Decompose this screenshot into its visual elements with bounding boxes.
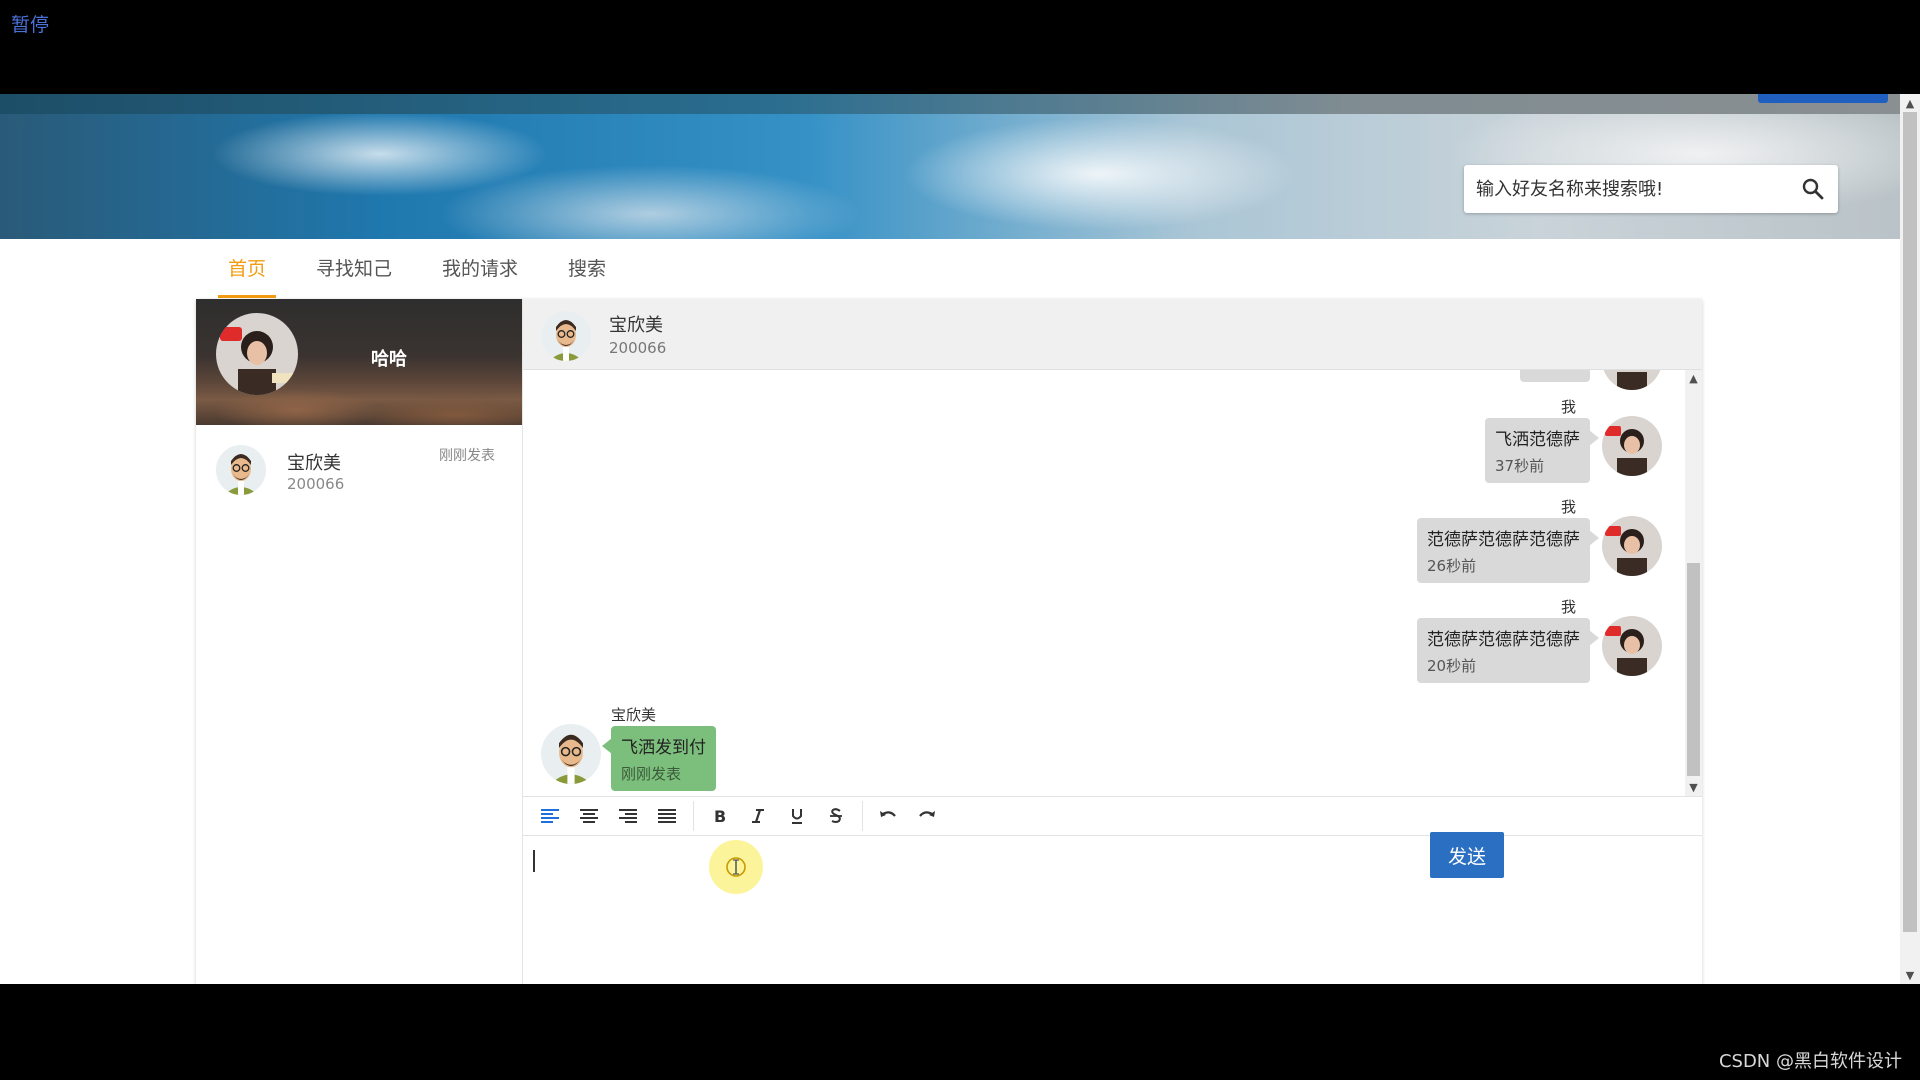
message-text: 范德萨范德萨范德萨 bbox=[1427, 630, 1580, 650]
message-row: 我 范德萨范德萨范德萨 26秒前 bbox=[1262, 496, 1662, 583]
message-time: 26秒前 bbox=[1427, 557, 1477, 575]
main-tabs: 首页 寻找知己 我的请求 搜索 bbox=[212, 239, 640, 298]
message-row: 我 范德萨范德萨范德萨 20秒前 bbox=[1262, 596, 1662, 683]
browser-viewport: 首页 寻找知己 我的请求 搜索 哈哈 宝欣美 200066 bbox=[0, 94, 1920, 984]
page-scrollbar[interactable]: ▲ ▼ bbox=[1900, 94, 1920, 984]
profile-banner: 哈哈 bbox=[196, 299, 522, 425]
search-icon[interactable] bbox=[1788, 165, 1838, 213]
message-time: 37秒前 bbox=[1495, 457, 1545, 475]
contact-panel: 哈哈 宝欣美 200066 刚刚发表 bbox=[196, 299, 523, 984]
chat-partner-name: 宝欣美 bbox=[609, 315, 663, 336]
scroll-up-arrow-icon[interactable]: ▲ bbox=[1685, 370, 1702, 387]
message-text: 范德萨范德萨范德萨 bbox=[1427, 530, 1580, 550]
message-sender: 我 bbox=[1560, 598, 1576, 616]
toolbar-divider bbox=[862, 801, 863, 831]
text-caret bbox=[533, 850, 535, 872]
strikethrough-icon[interactable] bbox=[821, 801, 851, 831]
message-list[interactable]: 我 飞洒范德萨 37秒前 我 范德萨范德萨范德萨 26秒前 我 范德萨范德萨范德… bbox=[523, 370, 1702, 796]
send-button[interactable]: 发送 bbox=[1430, 832, 1504, 878]
friend-search-box bbox=[1464, 165, 1838, 213]
align-center-icon[interactable] bbox=[574, 801, 604, 831]
redo-icon[interactable] bbox=[912, 801, 942, 831]
message-row: 我 飞洒范德萨 37秒前 bbox=[1262, 396, 1662, 483]
contact-avatar bbox=[541, 724, 601, 784]
user-avatar[interactable] bbox=[216, 313, 298, 395]
message-bubble[interactable]: 范德萨范德萨范德萨 26秒前 bbox=[1417, 518, 1599, 583]
scrollbar-thumb[interactable] bbox=[1687, 563, 1700, 776]
message-sender: 我 bbox=[1560, 498, 1576, 516]
hero-banner bbox=[0, 94, 1920, 239]
scroll-down-arrow-icon[interactable]: ▼ bbox=[1685, 779, 1702, 796]
editor-toolbar: B bbox=[523, 796, 1702, 836]
align-left-icon[interactable] bbox=[535, 801, 565, 831]
message-time: 刚刚发表 bbox=[621, 765, 682, 783]
message-sender: 我 bbox=[1560, 398, 1576, 416]
screen: 暂停 首页 寻找知己 我的请求 搜索 bbox=[0, 0, 1920, 1080]
contact-time: 刚刚发表 bbox=[439, 448, 495, 464]
tab-find-friends[interactable]: 寻找知己 bbox=[300, 239, 408, 294]
align-right-icon[interactable] bbox=[613, 801, 643, 831]
contact-avatar bbox=[216, 445, 266, 495]
undo-icon[interactable] bbox=[873, 801, 903, 831]
my-avatar bbox=[1602, 516, 1662, 576]
message-editor[interactable] bbox=[523, 836, 1702, 984]
chat-header: 宝欣美 200066 bbox=[523, 299, 1702, 370]
mouse-cursor-highlight bbox=[709, 840, 763, 894]
svg-text:B: B bbox=[714, 807, 726, 825]
align-justify-icon[interactable] bbox=[652, 801, 682, 831]
page-scroll-up-icon[interactable]: ▲ bbox=[1900, 94, 1920, 112]
header-button[interactable] bbox=[1758, 94, 1888, 103]
page-scrollbar-thumb[interactable] bbox=[1903, 112, 1917, 932]
message-bubble[interactable]: 飞洒发到付 刚刚发表 bbox=[602, 726, 716, 791]
tab-home[interactable]: 首页 bbox=[212, 239, 282, 298]
contact-id: 200066 bbox=[287, 475, 345, 493]
message-scrollbar[interactable]: ▲ ▼ bbox=[1685, 370, 1702, 796]
chat-partner-avatar bbox=[541, 311, 591, 361]
tab-my-requests[interactable]: 我的请求 bbox=[426, 239, 534, 294]
message-row-received: 宝欣美 飞洒发到付 刚刚发表 bbox=[541, 704, 941, 794]
toolbar-divider bbox=[693, 801, 694, 831]
message-text: 飞洒发到付 bbox=[621, 738, 706, 758]
message-bubble[interactable]: 飞洒范德萨 37秒前 bbox=[1485, 418, 1599, 483]
contact-item[interactable]: 宝欣美 200066 刚刚发表 bbox=[196, 425, 522, 505]
contact-name: 宝欣美 bbox=[287, 453, 341, 474]
chat-card: 哈哈 宝欣美 200066 刚刚发表 宝欣美 200066 我 飞洒范德萨 37… bbox=[196, 299, 1702, 984]
message-time: 20秒前 bbox=[1427, 657, 1477, 675]
watermark: CSDN @黑白软件设计 bbox=[1718, 1051, 1902, 1072]
message-bubble-partial bbox=[1520, 370, 1590, 382]
message-partial bbox=[1462, 370, 1662, 390]
my-avatar bbox=[1602, 416, 1662, 476]
pause-label[interactable]: 暂停 bbox=[11, 10, 49, 37]
bold-icon[interactable]: B bbox=[704, 801, 734, 831]
page-scroll-down-icon[interactable]: ▼ bbox=[1900, 966, 1920, 984]
message-text: 飞洒范德萨 bbox=[1495, 430, 1580, 450]
chat-partner-id: 200066 bbox=[609, 339, 667, 357]
user-nickname: 哈哈 bbox=[371, 349, 407, 370]
message-bubble[interactable]: 范德萨范德萨范德萨 20秒前 bbox=[1417, 618, 1599, 683]
friend-search-input[interactable] bbox=[1464, 165, 1788, 213]
message-sender: 宝欣美 bbox=[611, 706, 657, 724]
hero-top-band bbox=[0, 94, 1920, 114]
tab-search[interactable]: 搜索 bbox=[552, 239, 622, 294]
underline-icon[interactable] bbox=[782, 801, 812, 831]
italic-icon[interactable] bbox=[743, 801, 773, 831]
my-avatar bbox=[1602, 616, 1662, 676]
my-avatar bbox=[1602, 370, 1662, 390]
